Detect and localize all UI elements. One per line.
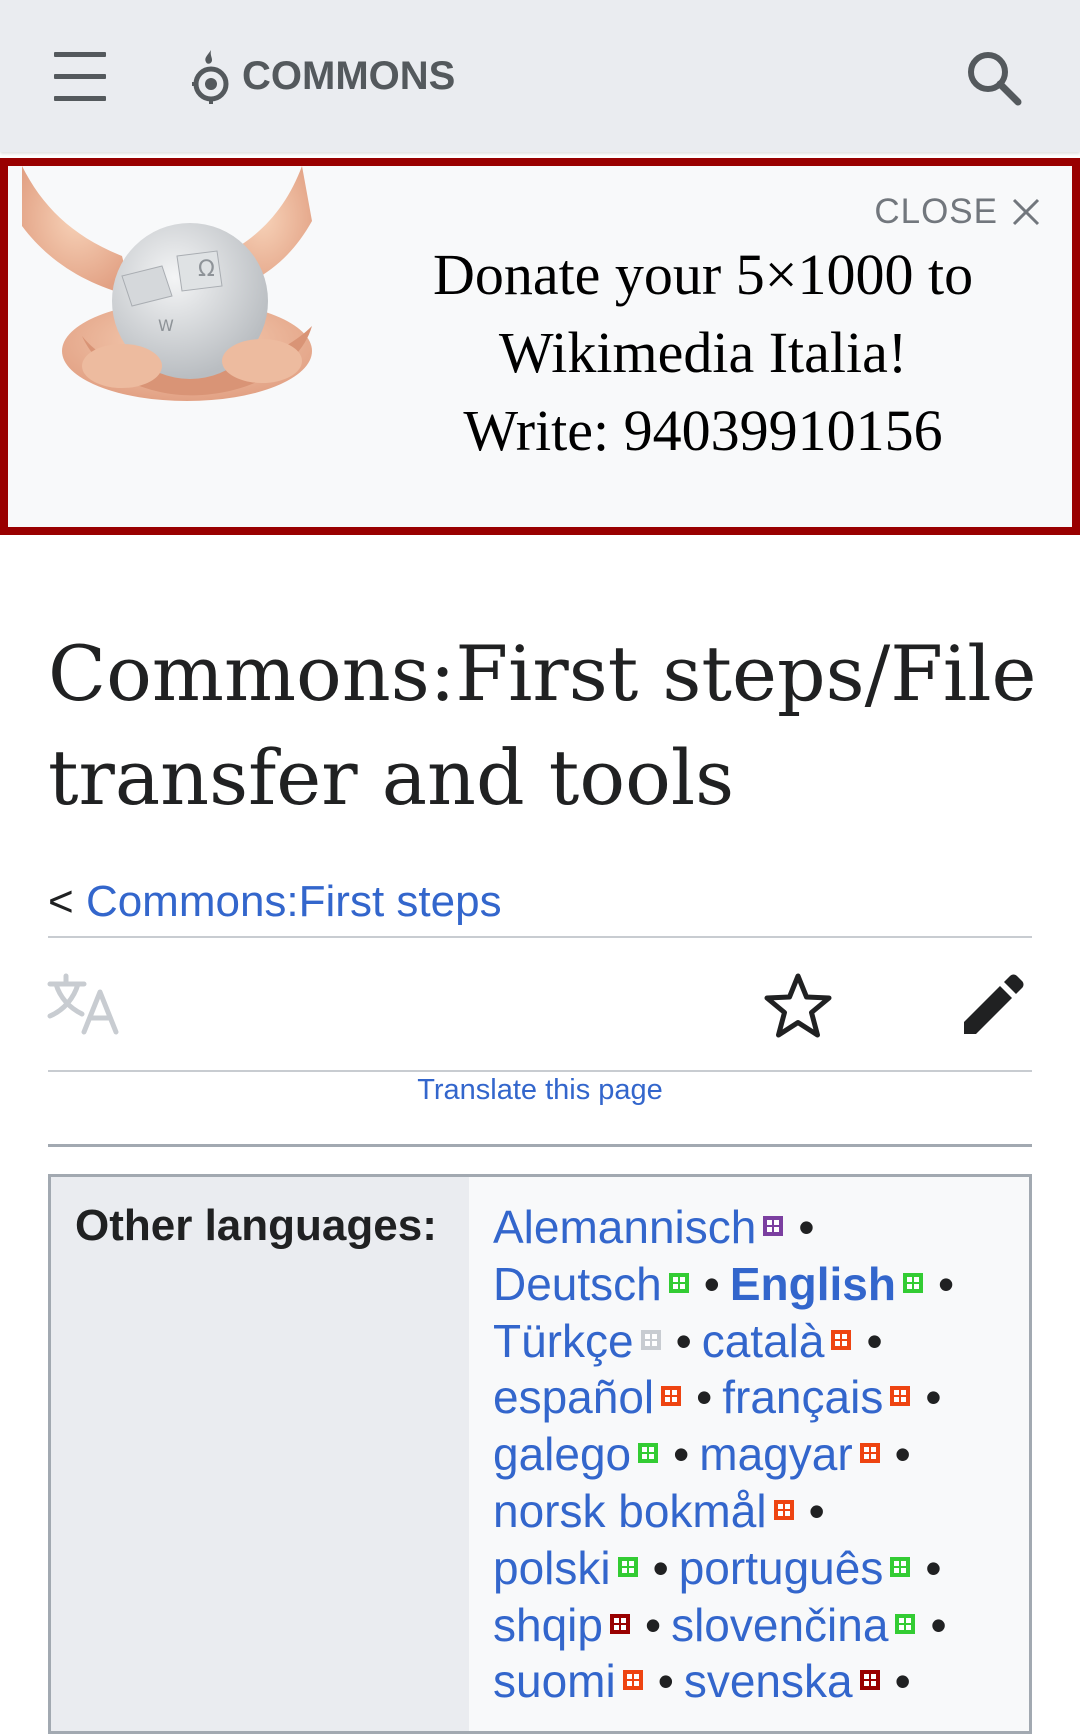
language-line: español • français • <box>493 1369 964 1426</box>
translation-progress-icon <box>762 1215 784 1237</box>
logo-text: COMMONS <box>242 53 456 98</box>
other-languages-label-cell: Other languages: <box>51 1177 469 1731</box>
bullet-separator: • <box>925 1541 942 1594</box>
other-languages-box: Other languages: Alemannisch • Deutsch • Eng… <box>48 1174 1032 1734</box>
divider <box>48 1070 1032 1072</box>
language-line: norsk bokmål • <box>493 1483 964 1540</box>
language-line: shqip • slovenčina • <box>493 1597 964 1654</box>
watch-star-icon[interactable] <box>762 970 834 1042</box>
bullet-separator: • <box>696 1371 713 1424</box>
bullet-separator: • <box>866 1314 883 1367</box>
bullet-separator: • <box>808 1484 825 1537</box>
bullet-separator: • <box>703 1257 720 1310</box>
banner-close-button[interactable]: CLOSE <box>874 192 1040 232</box>
top-header: COMMONS <box>0 0 1080 152</box>
breadcrumb-prefix: < <box>48 877 74 926</box>
language-link[interactable]: català <box>702 1315 825 1367</box>
translation-progress-icon <box>609 1613 631 1635</box>
translation-progress-icon <box>894 1613 916 1635</box>
translation-progress-icon <box>773 1499 795 1521</box>
translation-progress-icon <box>617 1556 639 1578</box>
language-link[interactable]: slovenčina <box>671 1599 888 1651</box>
translation-progress-icon <box>889 1556 911 1578</box>
language-line: Türkçe • català • <box>493 1313 964 1370</box>
bullet-separator: • <box>894 1428 911 1481</box>
close-icon <box>1012 198 1040 226</box>
language-link[interactable]: Deutsch <box>493 1258 662 1310</box>
bullet-separator: • <box>798 1201 815 1253</box>
language-link[interactable]: galego <box>493 1428 631 1480</box>
language-list: Alemannisch • Deutsch • English • Türkçe • catal… <box>469 1177 974 1731</box>
hands-holding-globe-icon: Ω W <box>22 166 312 401</box>
divider <box>48 1144 1032 1147</box>
bullet-separator: • <box>652 1541 669 1594</box>
edit-pencil-icon[interactable] <box>956 970 1028 1042</box>
language-link[interactable]: shqip <box>493 1599 603 1651</box>
language-link[interactable]: français <box>722 1371 883 1423</box>
bullet-separator: • <box>644 1598 662 1651</box>
language-link[interactable]: polski <box>493 1542 611 1594</box>
bullet-separator: • <box>925 1371 942 1424</box>
language-link[interactable]: suomi <box>493 1655 616 1707</box>
svg-text:W: W <box>158 316 174 335</box>
language-translate-icon[interactable] <box>46 972 126 1036</box>
svg-text:Ω: Ω <box>198 257 215 282</box>
language-link[interactable]: norsk bokmål <box>493 1485 767 1537</box>
commons-logo-icon <box>192 50 229 104</box>
bullet-separator: • <box>894 1655 911 1708</box>
translation-progress-icon <box>889 1385 911 1407</box>
search-icon[interactable] <box>962 46 1026 110</box>
hamburger-menu-icon[interactable] <box>48 50 112 104</box>
divider <box>48 936 1032 938</box>
bullet-separator: • <box>937 1257 955 1310</box>
bullet-separator: • <box>657 1655 674 1708</box>
breadcrumb-link[interactable]: Commons:First steps <box>86 877 502 926</box>
language-line: Alemannisch • <box>493 1199 964 1256</box>
donation-banner[interactable]: Ω W CLOSE Donate your 5×1000 to Wikimedi… <box>0 158 1080 535</box>
language-link[interactable]: Alemannisch <box>493 1201 756 1253</box>
bullet-separator: • <box>675 1314 692 1367</box>
language-link[interactable]: English <box>730 1258 896 1310</box>
page-title: Commons:First steps/File transfer and to… <box>48 629 1037 822</box>
language-line: galego • magyar • <box>493 1426 964 1483</box>
translation-progress-icon <box>622 1669 644 1691</box>
language-line: Deutsch • English • <box>493 1256 964 1313</box>
translation-progress-icon <box>660 1385 682 1407</box>
translation-progress-icon <box>637 1442 659 1464</box>
translation-progress-icon <box>859 1669 881 1691</box>
language-line: suomi • svenska • <box>493 1653 964 1710</box>
banner-line-1: Donate your 5×1000 to <box>432 242 974 307</box>
translation-progress-icon <box>830 1329 852 1351</box>
bullet-separator: • <box>673 1428 690 1481</box>
translation-progress-icon <box>668 1272 690 1294</box>
translate-page-link[interactable]: Translate this page <box>48 1074 1032 1107</box>
banner-message: Donate your 5×1000 to Wikimedia Italia! … <box>358 236 1048 470</box>
bullet-separator: • <box>930 1598 947 1651</box>
language-line: polski • português • <box>493 1540 964 1597</box>
language-link[interactable]: português <box>679 1542 884 1594</box>
translation-progress-icon <box>640 1329 662 1351</box>
language-link[interactable]: svenska <box>684 1655 853 1707</box>
language-link[interactable]: Türkçe <box>493 1315 634 1367</box>
banner-line-2: Wikimedia Italia! <box>498 320 908 385</box>
commons-logo[interactable]: COMMONS <box>192 46 455 106</box>
translation-progress-icon <box>859 1442 881 1464</box>
banner-line-3: Write: 94039910156 <box>463 398 943 463</box>
breadcrumb: < Commons:First steps <box>48 876 502 928</box>
language-link[interactable]: magyar <box>699 1428 852 1480</box>
banner-close-label: CLOSE <box>874 192 998 231</box>
other-languages-label: Other languages: <box>75 1201 437 1250</box>
translation-progress-icon <box>902 1272 924 1294</box>
language-link[interactable]: español <box>493 1371 654 1423</box>
